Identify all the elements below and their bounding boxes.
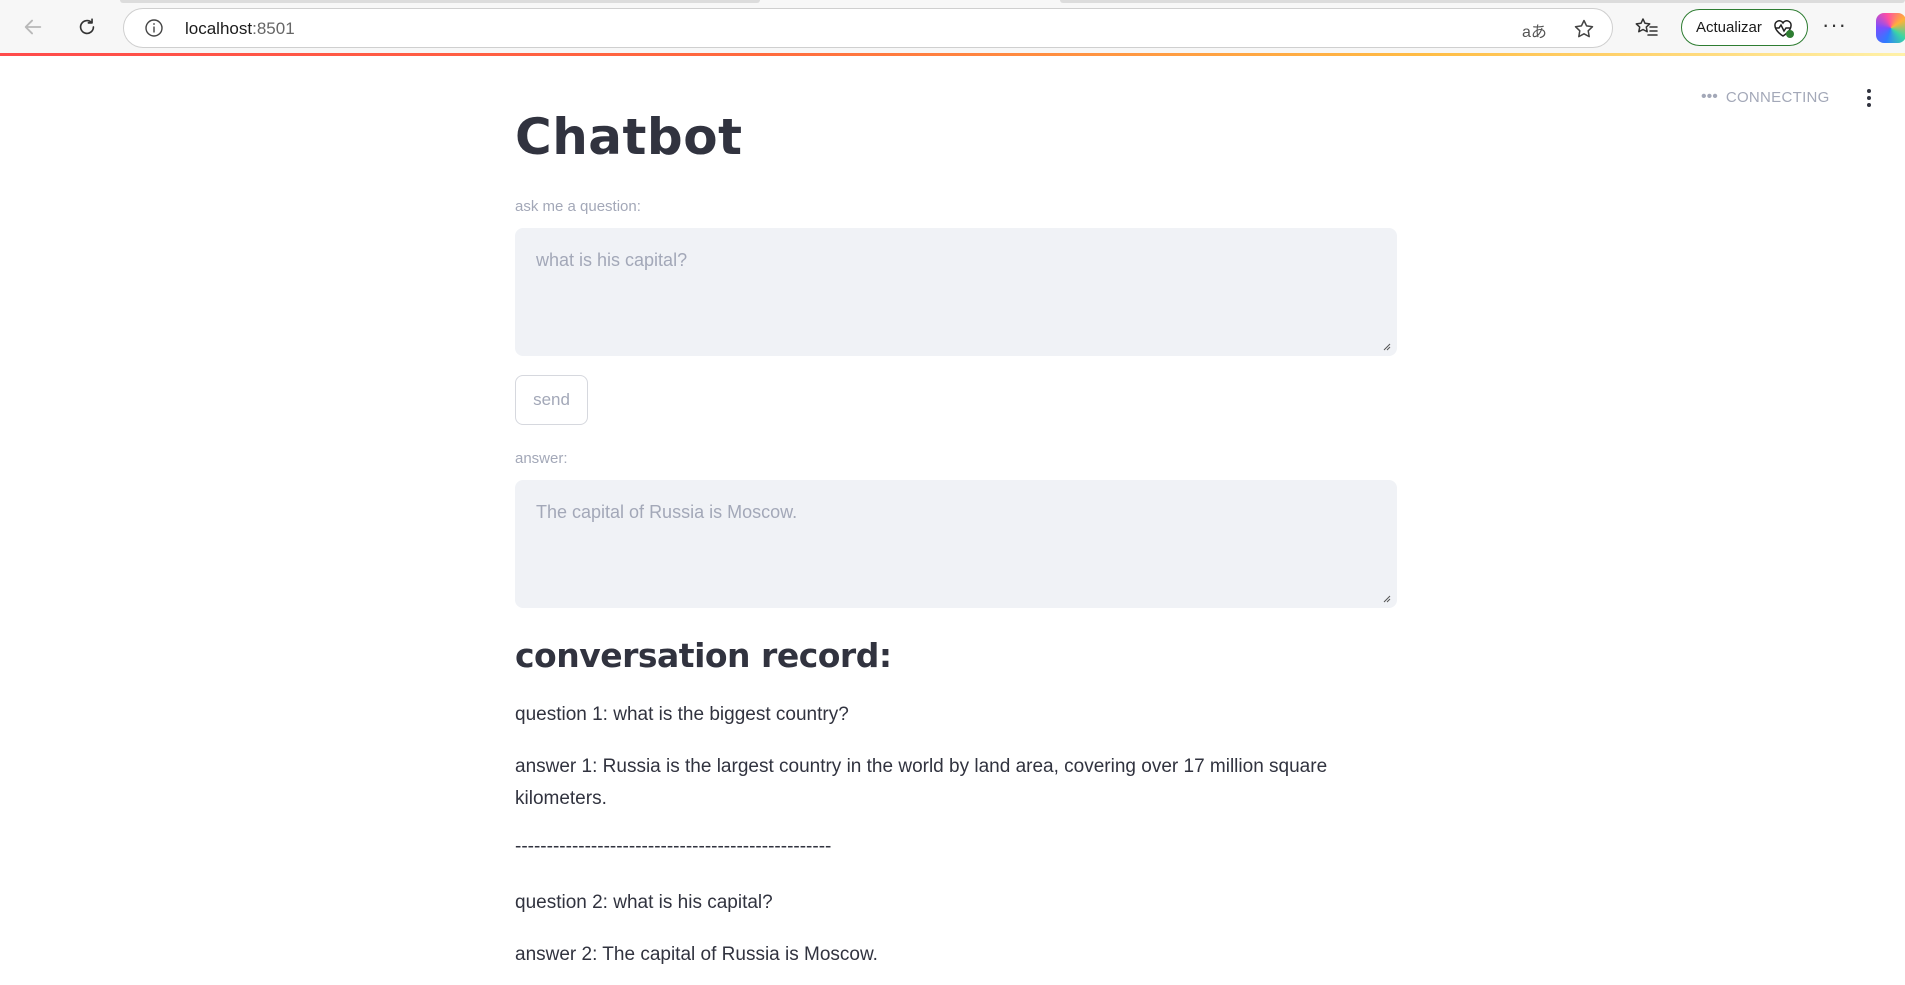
app-page: ••• CONNECTING Chatbot ask me a question… [4, 56, 1905, 976]
answer-textarea[interactable]: The capital of Russia is Moscow. [515, 480, 1397, 608]
address-bar[interactable]: localhost:8501 aあ [123, 8, 1613, 48]
record-divider: ----------------------------------------… [515, 836, 832, 857]
status-dots-icon: ••• [1701, 88, 1718, 105]
record-answer-1: answer 1: Russia is the largest country … [515, 756, 1328, 809]
resize-grip-icon[interactable] [1381, 341, 1391, 351]
page-title: Chatbot [515, 108, 743, 166]
url-text[interactable]: localhost:8501 [185, 19, 295, 39]
url-host: localhost [185, 19, 253, 38]
record-question-1: question 1: what is the biggest country? [515, 704, 849, 725]
back-button[interactable] [16, 10, 50, 44]
refresh-icon [79, 18, 95, 35]
kebab-menu-icon[interactable] [1859, 86, 1879, 110]
star-icon[interactable] [1572, 17, 1596, 41]
answer-label: answer: [515, 450, 568, 467]
tab-strip [0, 0, 1905, 3]
record-answer-2: answer 2: The capital of Russia is Mosco… [515, 944, 878, 965]
read-aloud-icon[interactable]: aあ [1522, 18, 1547, 42]
more-icon[interactable]: ··· [1822, 12, 1847, 38]
question-textarea[interactable]: what is his capital? [515, 228, 1397, 356]
heartbeat-icon [1774, 20, 1794, 38]
browser-toolbar: localhost:8501 aあ Actualizar ··· [0, 0, 1905, 55]
update-label: Actualizar [1696, 19, 1762, 36]
question-text: what is his capital? [536, 250, 688, 270]
back-arrow-icon [24, 19, 42, 35]
copilot-icon[interactable] [1876, 13, 1905, 43]
connection-status: ••• CONNECTING [1701, 88, 1830, 106]
tab-edge-left[interactable] [120, 0, 760, 3]
favorites-icon[interactable] [1633, 15, 1659, 41]
answer-text: The capital of Russia is Moscow. [536, 502, 798, 522]
record-question-2: question 2: what is his capital? [515, 892, 773, 913]
status-text: CONNECTING [1725, 88, 1830, 106]
tab-edge-right[interactable] [1060, 0, 1905, 3]
question-label: ask me a question: [515, 198, 641, 215]
update-button[interactable]: Actualizar [1681, 9, 1808, 46]
send-button[interactable]: send [515, 375, 588, 425]
url-port: :8501 [252, 19, 295, 38]
refresh-button[interactable] [70, 10, 104, 44]
resize-grip-icon[interactable] [1381, 593, 1391, 603]
info-icon[interactable] [144, 18, 164, 38]
conversation-record-heading: conversation record: [515, 636, 892, 675]
